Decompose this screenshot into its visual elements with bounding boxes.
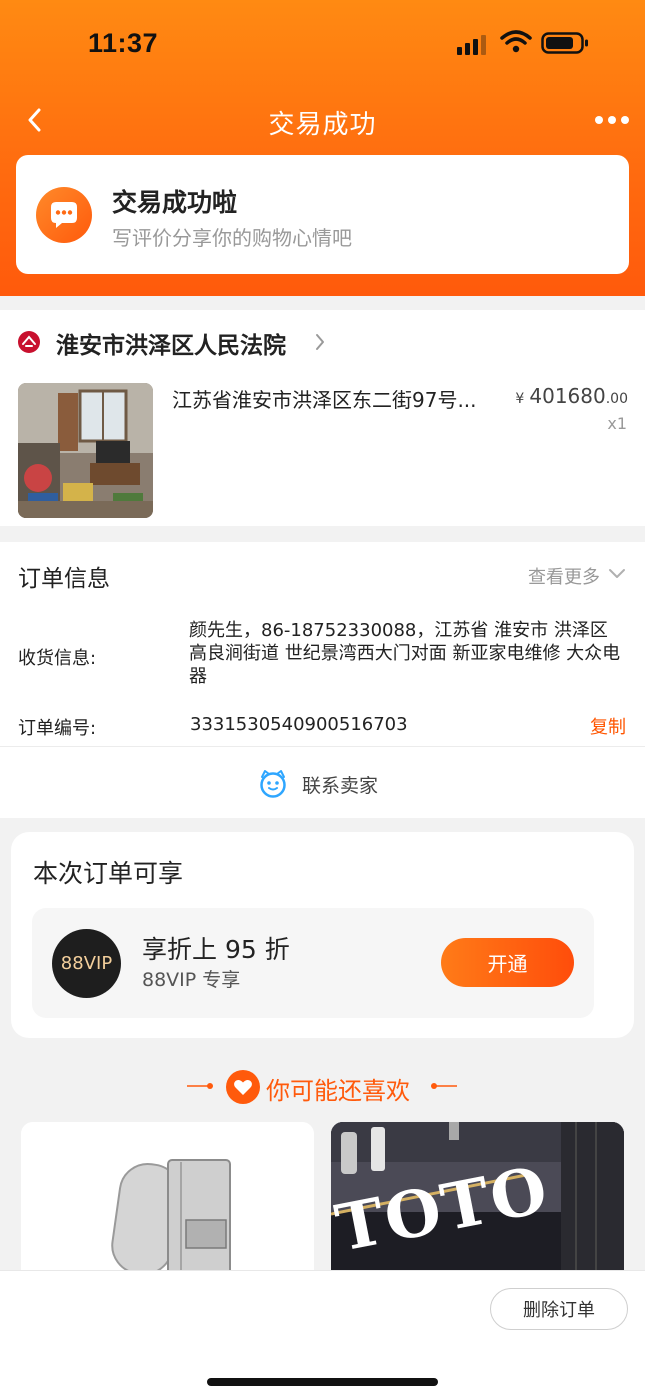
contact-seller-button[interactable]: 联系卖家 [0,747,645,818]
order-info-section: 订单信息 查看更多 收货信息: 颜先生，86-18752330088，江苏省 淮… [0,542,645,818]
success-title: 交易成功啦 [112,188,238,217]
vip-discount-subtitle: 88VIP 专享 [142,969,241,991]
shop-section: 淮安市洪泽区人民法院 江苏省淮安市洪泽区东二街97号... ¥ 401680.0… [0,310,645,526]
copy-button[interactable]: 复制 [590,713,626,739]
see-more-link[interactable]: 查看更多 [528,563,600,589]
status-time: 11:37 [88,28,159,58]
heart-icon [226,1070,260,1104]
recommend-header: 你可能还喜欢 [0,1066,645,1106]
shop-name[interactable]: 淮安市洪泽区人民法院 [56,326,286,360]
price-integer: 401680 [529,384,606,408]
decorative-line-icon [187,1083,213,1089]
price-symbol: ¥ [515,391,525,407]
chevron-down-icon[interactable] [607,567,627,581]
order-number-label: 订单编号: [18,718,97,739]
door-lock-product-image [21,1122,314,1282]
recommended-product-card[interactable] [21,1122,314,1282]
shipping-label: 收货信息: [18,648,97,669]
review-prompt-card[interactable]: 交易成功啦 写评价分享你的购物心情吧 [16,155,629,274]
wifi-icon [500,30,532,53]
delete-order-button[interactable]: 删除订单 [490,1288,628,1330]
bottom-action-bar: 删除订单 [0,1270,645,1398]
shipping-address: 颜先生，86-18752330088，江苏省 淮安市 洪泽区 高良涧街道 世纪景… [189,620,621,687]
nav-bar: 交易成功 [0,96,645,146]
recommended-product-card[interactable]: TOTO [331,1122,624,1282]
battery-icon [541,32,588,54]
seller-face-icon [260,770,286,798]
contact-seller-label: 联系卖家 [302,775,379,797]
open-vip-button[interactable]: 开通 [441,938,574,987]
home-indicator [207,1378,438,1386]
decorative-line-icon [431,1083,457,1089]
shop-logo-icon [18,331,40,353]
vip-offer-card: 本次订单可享 88VIP 享折上 95 折 88VIP 专享 开通 [11,832,634,1038]
vip-badge-icon: 88VIP [52,929,121,998]
header-background: 11:37 交易成功 交易成功啦 写评价分享你的购物心情吧 [0,0,645,296]
vip-discount-title: 享折上 95 折 [142,935,290,964]
product-quantity: x1 [607,414,627,433]
product-title[interactable]: 江苏省淮安市洪泽区东二街97号... [172,384,487,413]
page-title: 交易成功 [268,110,377,140]
recommend-title: 你可能还喜欢 [266,1077,410,1105]
more-dots-icon[interactable] [594,114,630,126]
product-price: ¥ 401680.00 [515,384,628,408]
vip-offer-row: 88VIP 享折上 95 折 88VIP 专享 开通 [32,908,594,1018]
product-image[interactable] [18,383,153,518]
chat-bubble-icon [36,187,92,243]
cellular-signal-icon [457,35,486,55]
chevron-right-icon[interactable] [314,332,326,352]
price-decimal: .00 [605,391,628,407]
order-number: 3331530540900516703 [190,714,408,735]
success-subtitle: 写评价分享你的购物心情吧 [112,226,352,250]
status-bar: 11:37 [0,0,645,90]
order-info-title: 订单信息 [18,566,110,592]
vip-card-title: 本次订单可享 [33,859,184,888]
